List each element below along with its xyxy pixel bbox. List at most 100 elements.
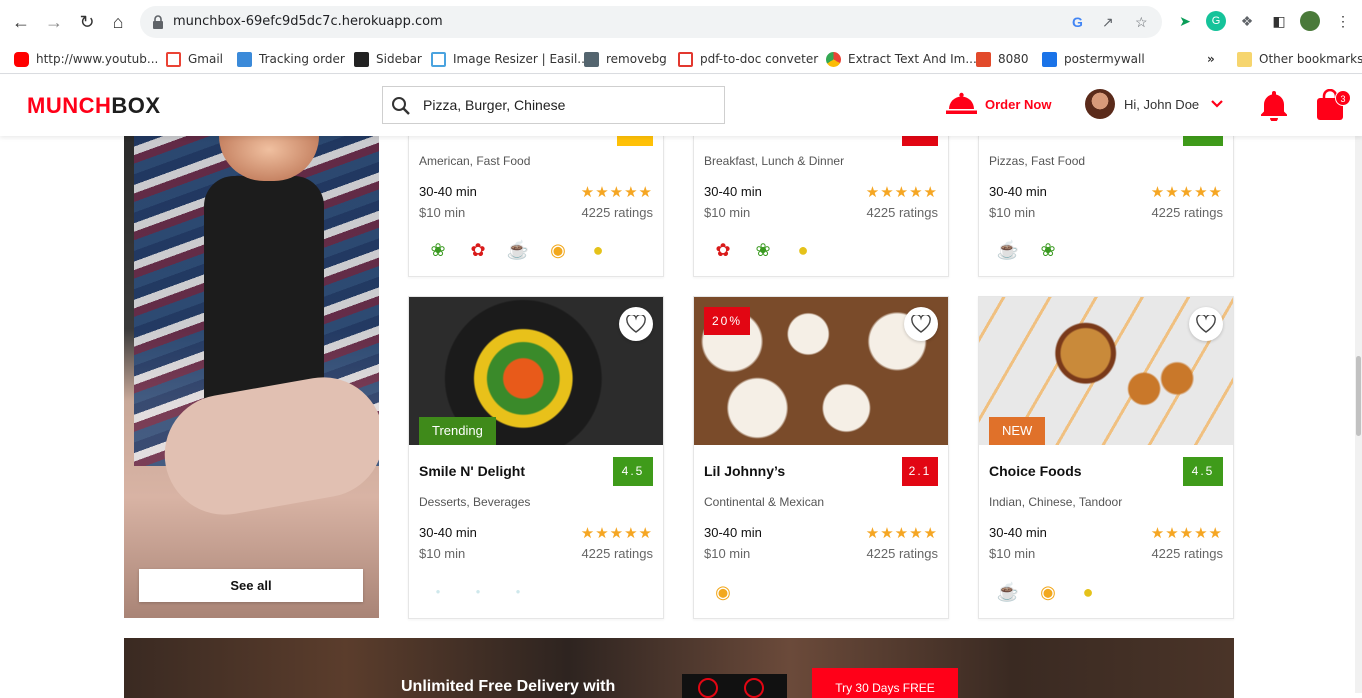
- min-price: $10 min: [419, 546, 466, 561]
- puzzle-extensions-icon[interactable]: ❖: [1237, 11, 1257, 31]
- reload-icon[interactable]: ↻: [76, 11, 98, 33]
- ratings-count: 4225 ratings: [581, 205, 653, 220]
- bookmark-label: removebg: [606, 52, 667, 66]
- user-menu[interactable]: Hi, John Doe: [1085, 89, 1223, 119]
- grammarly-icon[interactable]: G: [1206, 11, 1226, 31]
- bookmark-label: Image Resizer | Easil...: [453, 52, 589, 66]
- trending-ribbon: Trending: [419, 417, 496, 445]
- more-bookmarks-chevron[interactable]: »: [1207, 51, 1215, 67]
- chrome-icon: [826, 51, 841, 67]
- feature-icons: ☕ ◉ ●: [995, 579, 1101, 605]
- profile-avatar-icon[interactable]: [1300, 11, 1320, 31]
- bookmark-label: http://www.youtub...: [36, 52, 159, 66]
- leaf-icon: ❀: [430, 240, 446, 260]
- bookmark-pdf-to-doc[interactable]: pdf-to-doc conveter: [678, 51, 818, 67]
- bell-icon[interactable]: [1260, 89, 1288, 121]
- loading-dot-icon: ●: [475, 587, 481, 596]
- see-all-button[interactable]: See all: [139, 569, 363, 602]
- share-icon[interactable]: ↗: [1102, 14, 1114, 31]
- chef-hat-icon: ☕: [996, 240, 1020, 260]
- promo-logo: [682, 674, 787, 698]
- chef-hat-icon: ☕: [996, 582, 1020, 602]
- cuisine-text: Pizzas, Fast Food: [989, 154, 1086, 168]
- rating-box: 2.1: [902, 457, 938, 486]
- egg-icon: ◉: [715, 582, 731, 602]
- other-bookmarks[interactable]: Other bookmarks: [1237, 51, 1362, 67]
- bookmark-label: Gmail: [188, 52, 224, 66]
- promo-text: Unlimited Free Delivery with: [401, 678, 616, 695]
- bookmark-image-resizer[interactable]: Image Resizer | Easil...: [431, 51, 589, 67]
- loading-dot-icon: ●: [515, 587, 521, 596]
- scrollbar-thumb[interactable]: [1356, 356, 1361, 436]
- cuisine-text: Desserts, Beverages: [419, 495, 531, 509]
- forward-arrow-icon[interactable]: →: [43, 11, 65, 33]
- promo-banner: Unlimited Free Delivery with Try 30 Days…: [124, 638, 1234, 698]
- layers-icon: [584, 51, 599, 67]
- restaurant-name[interactable]: Lil Johnny’s: [704, 463, 785, 479]
- menu-dots-icon[interactable]: ⋮: [1333, 11, 1353, 31]
- avatar: [1085, 89, 1115, 119]
- sidepanel-icon[interactable]: ◧: [1269, 11, 1289, 31]
- min-price: $10 min: [989, 205, 1036, 220]
- delivery-time: 30-40 min: [989, 525, 1047, 540]
- ratings-count: 4225 ratings: [1151, 546, 1223, 561]
- bookmarks-bar: http://www.youtub... Gmail Tracking orde…: [0, 44, 1362, 74]
- back-arrow-icon[interactable]: ←: [10, 11, 32, 33]
- heart-icon: [911, 315, 931, 333]
- lemon-icon: ●: [797, 240, 809, 260]
- bookmark-removebg[interactable]: removebg: [584, 51, 667, 67]
- star-rating: ★★★★★: [1150, 525, 1223, 542]
- feature-icons: ◉: [710, 579, 736, 605]
- search-input[interactable]: Pizza, Burger, Chinese: [382, 86, 725, 124]
- restaurant-card[interactable]: Trending Smile N' Delight 4.5 Desserts, …: [408, 296, 664, 619]
- chili-icon: ✿: [715, 240, 731, 260]
- star-rating: ★★★★★: [865, 525, 938, 542]
- min-price: $10 min: [704, 205, 751, 220]
- delivery-time: 30-40 min: [419, 184, 477, 199]
- cuisine-text: Indian, Chinese, Tandoor: [989, 495, 1123, 509]
- restaurant-name[interactable]: Choice Foods: [989, 463, 1082, 479]
- min-price: $10 min: [989, 546, 1036, 561]
- munchbox-logo[interactable]: MUNCHBOX: [27, 93, 161, 119]
- bookmark-label: Extract Text And Im...: [848, 52, 977, 66]
- chevron-down-icon: [1211, 100, 1223, 108]
- bookmark-youtube[interactable]: http://www.youtub...: [14, 51, 158, 67]
- restaurant-card[interactable]: 20% Lil Johnny’s 2.1 Continental & Mexic…: [693, 296, 949, 619]
- home-icon[interactable]: ⌂: [107, 11, 129, 33]
- favorite-button[interactable]: [619, 307, 653, 341]
- min-price: $10 min: [704, 546, 751, 561]
- promo-logo-icon: [698, 678, 764, 698]
- ratings-count: 4225 ratings: [581, 546, 653, 561]
- star-rating: ★★★★★: [580, 525, 653, 542]
- heart-icon: [1196, 315, 1216, 333]
- postermywall-icon: [1042, 51, 1057, 67]
- restaurant-image: Trending: [409, 297, 663, 445]
- star-bookmark-icon[interactable]: ☆: [1135, 14, 1148, 31]
- page-scrollbar[interactable]: [1355, 136, 1362, 693]
- bookmark-sidebar[interactable]: Sidebar: [354, 51, 422, 67]
- restaurant-card[interactable]: NEW Choice Foods 4.5 Indian, Chinese, Ta…: [978, 296, 1234, 619]
- leaf-icon: ❀: [755, 240, 771, 260]
- bookmark-gmail[interactable]: Gmail: [166, 51, 223, 67]
- favorite-button[interactable]: [1189, 307, 1223, 341]
- search-value: Pizza, Burger, Chinese: [423, 97, 566, 113]
- min-price: $10 min: [419, 205, 466, 220]
- bookmark-8080[interactable]: 8080: [976, 51, 1029, 67]
- bookmark-extract-text[interactable]: Extract Text And Im...: [826, 51, 977, 67]
- address-bar[interactable]: munchbox-69efc9d5dc7c.herokuapp.com G ↗ …: [140, 6, 1162, 38]
- feature-icons: ✿ ❀ ●: [710, 237, 816, 263]
- feature-icons: ❀ ✿ ☕ ◉ ●: [425, 237, 611, 263]
- youtube-icon: [14, 51, 29, 67]
- send-extension-icon[interactable]: ➤: [1175, 11, 1195, 31]
- lemon-icon: ●: [1082, 582, 1094, 602]
- order-now-button[interactable]: Order Now: [946, 92, 1051, 116]
- stack-icon: [976, 51, 991, 67]
- cart-count-badge: 3: [1335, 90, 1351, 106]
- try-free-button[interactable]: Try 30 Days FREE: [812, 668, 958, 698]
- restaurant-name[interactable]: Smile N' Delight: [419, 463, 525, 479]
- favorite-button[interactable]: [904, 307, 938, 341]
- google-icon[interactable]: G: [1072, 14, 1083, 30]
- site-header: MUNCHBOX Pizza, Burger, Chinese Order No…: [0, 75, 1362, 136]
- bookmark-postermywall[interactable]: postermywall: [1042, 51, 1145, 67]
- bookmark-tracking-order[interactable]: Tracking order: [237, 51, 345, 67]
